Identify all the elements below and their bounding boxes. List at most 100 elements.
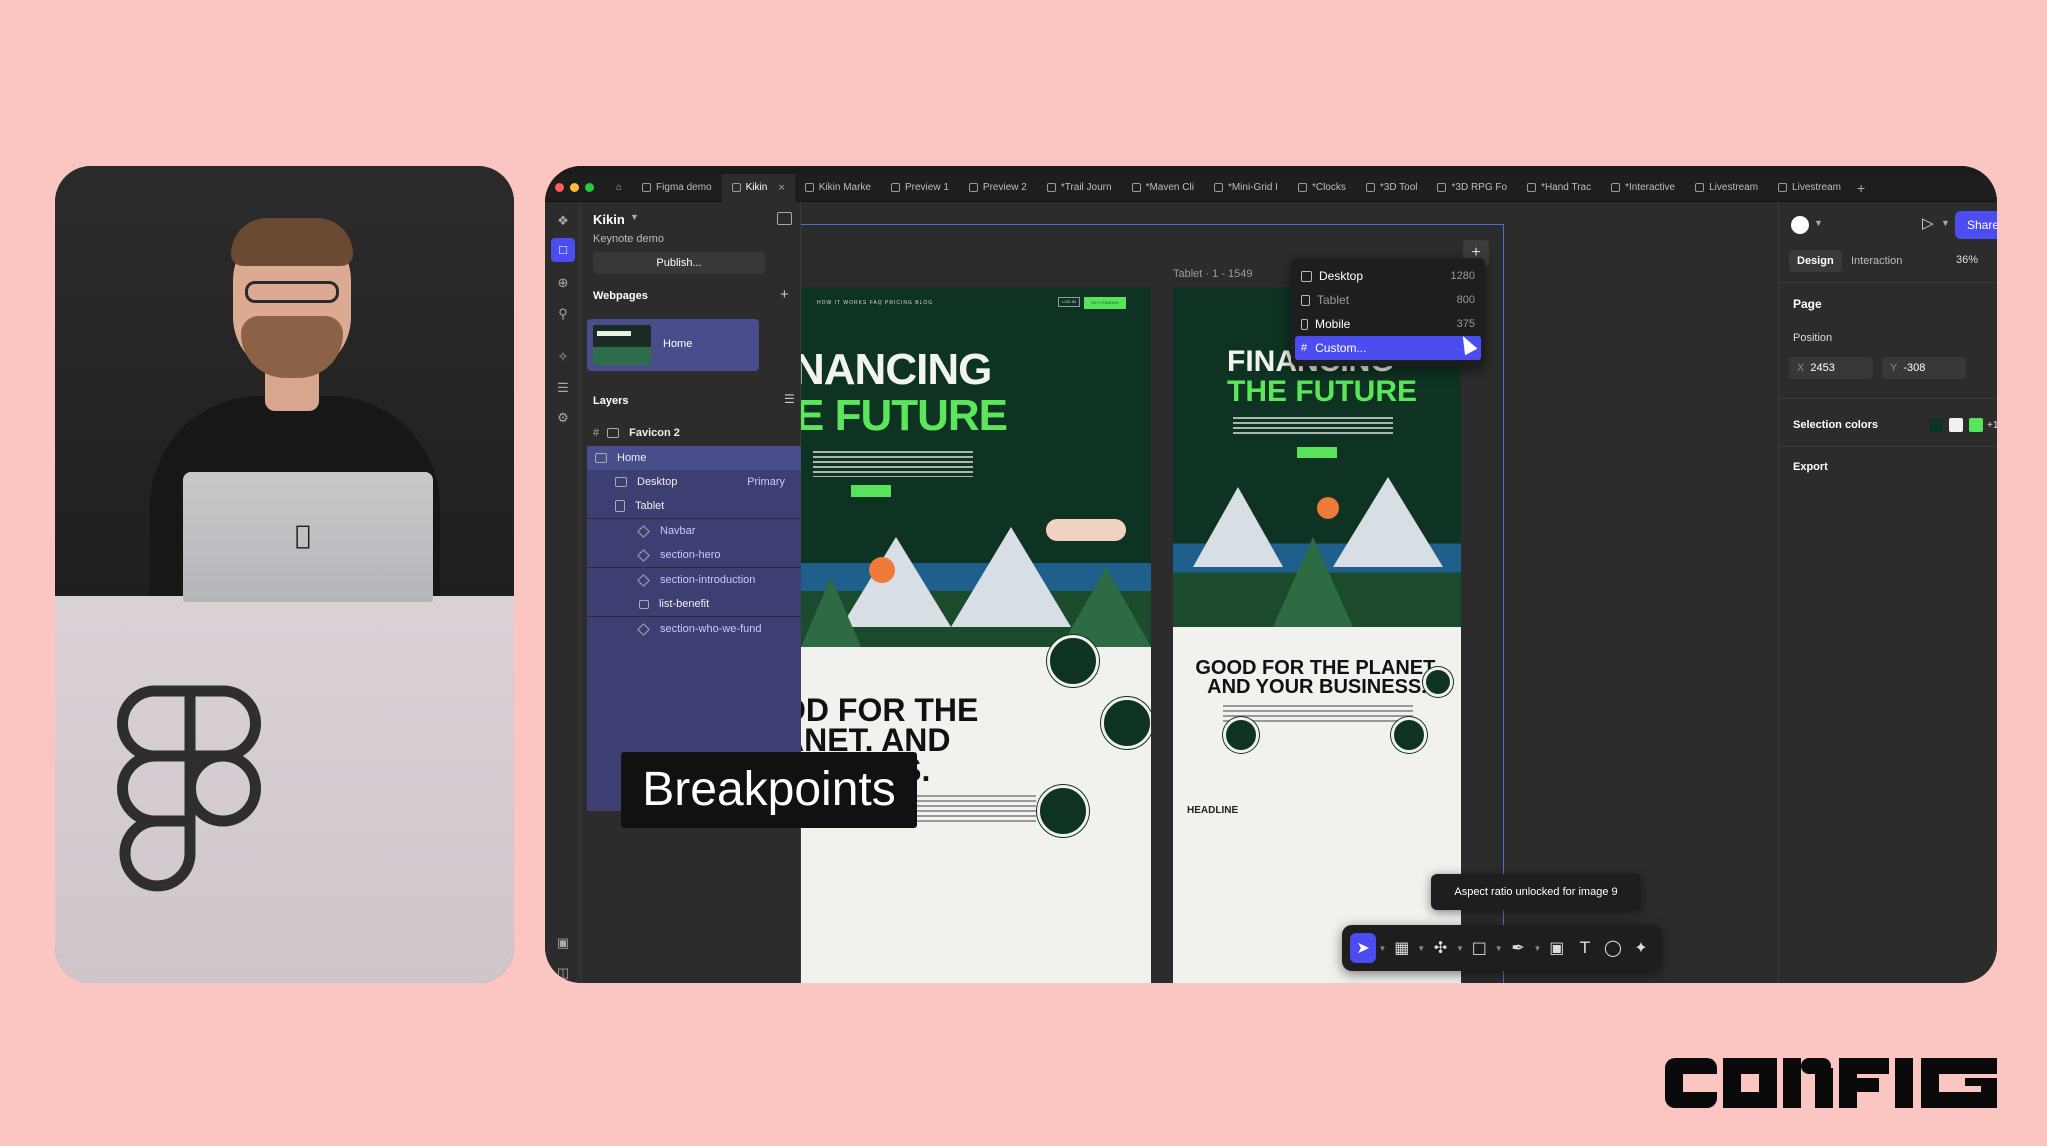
badge-image bbox=[1391, 717, 1427, 753]
mountain-shape bbox=[1193, 487, 1283, 567]
figma-menu-icon[interactable]: ❖ bbox=[554, 212, 572, 230]
image-tool-icon[interactable]: ▣ bbox=[1544, 933, 1570, 963]
layer-desktop[interactable]: Desktop Primary bbox=[587, 470, 801, 494]
components-icon[interactable]: ✧ bbox=[554, 348, 572, 366]
file-tab-active[interactable]: Kikin × bbox=[721, 173, 795, 202]
tablet-icon bbox=[615, 500, 625, 512]
file-tab[interactable]: Figma demo bbox=[632, 174, 722, 202]
tab-design[interactable]: Design bbox=[1789, 250, 1842, 272]
maximize-window-button[interactable] bbox=[585, 183, 594, 192]
close-tab-icon[interactable]: × bbox=[778, 182, 784, 194]
search-icon[interactable]: ⚲ bbox=[554, 305, 572, 323]
left-panel: Kikin ▼ Keynote demo Publish... Webpages… bbox=[581, 202, 801, 983]
breakpoint-mobile[interactable]: Mobile 375 bbox=[1291, 312, 1485, 336]
design-canvas[interactable]: + Tablet · 1 - 1549 HOW IT WORKS FAQ PRI… bbox=[801, 202, 1747, 983]
pages-icon[interactable]: □ bbox=[551, 238, 575, 262]
move-tool-icon[interactable]: ➤ bbox=[1350, 933, 1377, 963]
file-tab[interactable]: *Trail Journ bbox=[1037, 174, 1122, 202]
tablet-hero-line2: THE FUTURE bbox=[1227, 375, 1417, 408]
frame-hash-icon: # bbox=[593, 427, 600, 439]
desktop-frame[interactable]: HOW IT WORKS FAQ PRICING BLOG LOG IN GET… bbox=[801, 287, 1151, 983]
layer-section-who-we-fund[interactable]: section-who-we-fund bbox=[587, 617, 801, 641]
toast-notification: Aspect ratio unlocked for image 9 bbox=[1431, 874, 1641, 910]
layer-list-benefit[interactable]: list-benefit bbox=[587, 592, 801, 616]
file-tab[interactable]: Livestream bbox=[1685, 174, 1768, 202]
home-tab[interactable]: ⌂ bbox=[606, 174, 632, 202]
site-login-button: LOG IN bbox=[1058, 297, 1080, 307]
tab-interaction[interactable]: Interaction bbox=[1843, 250, 1910, 272]
file-tab[interactable]: *Clocks bbox=[1288, 174, 1356, 202]
share-button[interactable]: Share bbox=[1955, 211, 1997, 239]
file-tab[interactable]: Preview 2 bbox=[959, 174, 1037, 202]
settings-icon[interactable]: ⚙ bbox=[554, 409, 572, 427]
chevron-down-icon[interactable]: ▼ bbox=[1456, 944, 1465, 953]
resources-icon[interactable]: ◫ bbox=[554, 964, 572, 982]
selection-colors-label: Selection colors bbox=[1793, 419, 1878, 431]
new-tab-icon[interactable]: + bbox=[1857, 180, 1865, 196]
chevron-down-icon[interactable]: ▼ bbox=[1533, 944, 1542, 953]
layer-section-hero[interactable]: section-hero bbox=[587, 543, 801, 567]
webpage-label: Home bbox=[663, 338, 693, 350]
chevron-down-icon[interactable]: ▼ bbox=[1378, 944, 1387, 953]
chevron-down-icon[interactable]: ▼ bbox=[1417, 944, 1426, 953]
add-icon[interactable]: ⊕ bbox=[554, 274, 572, 292]
chevron-down-icon[interactable]: ▼ bbox=[1941, 218, 1950, 228]
x-position-field[interactable]: X 2453 bbox=[1789, 357, 1873, 379]
color-swatch-green[interactable] bbox=[1969, 418, 1983, 432]
file-tab[interactable]: *Mini-Grid I bbox=[1204, 174, 1288, 202]
panel-toggle-icon[interactable] bbox=[777, 212, 792, 225]
publish-button[interactable]: Publish... bbox=[593, 252, 765, 274]
file-tab[interactable]: *3D RPG Fo bbox=[1427, 174, 1517, 202]
chevron-down-icon[interactable]: ▼ bbox=[1814, 218, 1823, 228]
primary-badge: Primary bbox=[747, 476, 785, 488]
file-name[interactable]: Kikin bbox=[593, 212, 625, 227]
tablet-frame[interactable]: FINANCING THE FUTURE GOOD FOR THE PLANET… bbox=[1173, 287, 1461, 983]
play-icon[interactable]: ▷ bbox=[1922, 214, 1934, 232]
file-tab[interactable]: *Maven Cli bbox=[1122, 174, 1204, 202]
export-label[interactable]: Export bbox=[1793, 461, 1828, 473]
file-icon bbox=[731, 183, 741, 192]
ai-icon[interactable]: ▣ bbox=[554, 934, 572, 952]
pen-tool-icon[interactable]: ✒ bbox=[1505, 933, 1531, 963]
component-icon bbox=[637, 548, 650, 562]
frame-tool-icon[interactable]: ▦ bbox=[1389, 933, 1415, 963]
more-colors-count[interactable]: +1 bbox=[1987, 420, 1997, 431]
cms-icon[interactable]: ☰ bbox=[554, 379, 572, 397]
file-tab[interactable]: Preview 1 bbox=[881, 174, 959, 202]
file-tab[interactable]: Kikin Marke bbox=[795, 174, 881, 202]
chevron-down-icon[interactable]: ▼ bbox=[1494, 944, 1503, 953]
y-position-field[interactable]: Y -308 bbox=[1882, 357, 1966, 379]
comment-tool-icon[interactable]: ◯ bbox=[1600, 933, 1626, 963]
ai-tool-icon[interactable]: ✦ bbox=[1628, 933, 1654, 963]
layer-navbar[interactable]: Navbar bbox=[587, 519, 801, 543]
breakpoint-tablet[interactable]: Tablet 800 bbox=[1291, 288, 1485, 312]
tablet-frame-label: Tablet · 1 - 1549 bbox=[1173, 268, 1253, 280]
layer-tablet[interactable]: Tablet bbox=[587, 494, 801, 518]
home-icon: ⌂ bbox=[616, 182, 623, 193]
minimize-window-button[interactable] bbox=[570, 183, 579, 192]
layer-section-introduction[interactable]: section-introduction bbox=[587, 568, 801, 592]
color-swatch-dark[interactable] bbox=[1929, 418, 1943, 432]
color-swatch-light[interactable] bbox=[1949, 418, 1963, 432]
chevron-down-icon[interactable]: ▼ bbox=[630, 212, 639, 222]
breakpoint-custom[interactable]: # Custom... bbox=[1295, 336, 1481, 360]
layers-heading: Layers bbox=[593, 395, 629, 407]
file-tab[interactable]: *Hand Trac bbox=[1517, 174, 1601, 202]
tablet-planet-heading: GOOD FOR THE PLANET. AND YOUR BUSINESS. bbox=[1195, 657, 1439, 698]
file-tab[interactable]: *3D Tool bbox=[1356, 174, 1428, 202]
layers-options-icon[interactable]: ☰ bbox=[784, 392, 795, 406]
layer-favicon[interactable]: # Favicon 2 bbox=[587, 421, 807, 445]
file-tab[interactable]: Livestream bbox=[1768, 174, 1851, 202]
layer-home[interactable]: Home bbox=[587, 446, 801, 470]
close-window-button[interactable] bbox=[555, 183, 564, 192]
text-tool-icon[interactable]: T bbox=[1572, 933, 1598, 963]
avatar[interactable] bbox=[1791, 216, 1809, 234]
breakpoint-desktop[interactable]: Desktop 1280 bbox=[1291, 264, 1485, 288]
breakpoint-menu: Desktop 1280 Tablet 800 Mobile 375 # Cus… bbox=[1291, 258, 1485, 366]
add-webpage-icon[interactable]: + bbox=[780, 286, 789, 303]
rectangle-tool-icon[interactable]: □ bbox=[1466, 933, 1492, 963]
file-tab[interactable]: *Interactive bbox=[1601, 174, 1685, 202]
webpage-home[interactable]: Home bbox=[587, 319, 759, 371]
component-tool-icon[interactable]: ✣ bbox=[1428, 933, 1454, 963]
zoom-level[interactable]: 36% bbox=[1956, 254, 1978, 266]
